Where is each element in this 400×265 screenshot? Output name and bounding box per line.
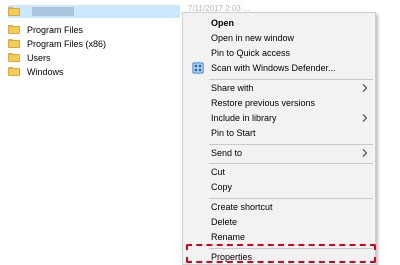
menu-separator [209, 198, 373, 199]
menu-separator [209, 144, 373, 145]
file-row-windows[interactable]: Windows [8, 65, 180, 78]
menu-separator [209, 79, 373, 80]
menu-item-rename[interactable]: Rename [183, 230, 375, 244]
menu-item-create-shortcut[interactable]: Create shortcut [183, 200, 375, 214]
file-row-users[interactable]: Users [8, 51, 180, 64]
menu-item-cut[interactable]: Cut [183, 165, 375, 179]
menu-item-label: Pin to Start [211, 128, 256, 138]
file-name: Users [27, 52, 51, 63]
menu-item-scan-with-windows-defender[interactable]: Scan with Windows Defender... [183, 61, 375, 75]
menu-item-open[interactable]: Open [183, 16, 375, 30]
menu-item-label: Restore previous versions [211, 98, 316, 108]
menu-item-include-in-library[interactable]: Include in library [183, 111, 375, 125]
menu-item-label: Rename [211, 232, 246, 242]
properties-highlight-box [186, 244, 376, 263]
file-row-program-files[interactable]: Program Files [8, 23, 180, 36]
folder-icon [8, 53, 20, 62]
menu-item-share-with[interactable]: Share with [183, 81, 375, 95]
menu-item-label: Cut [211, 167, 226, 177]
file-row-program-files-x86[interactable]: Program Files (x86) [8, 37, 180, 50]
menu-item-open-in-new-window[interactable]: Open in new window [183, 31, 375, 45]
menu-separator [209, 163, 373, 164]
chevron-right-icon [362, 114, 368, 122]
menu-item-label: Copy [211, 182, 233, 192]
menu-item-label: Send to [211, 148, 243, 158]
menu-item-label: Open in new window [211, 33, 295, 43]
menu-item-label: Share with [211, 83, 254, 93]
menu-item-label: Pin to Quick access [211, 48, 291, 58]
selected-name-band [32, 7, 74, 16]
folder-icon [8, 67, 20, 76]
chevron-right-icon [362, 149, 368, 157]
menu-item-pin-to-start[interactable]: Pin to Start [183, 126, 375, 140]
windows-defender-icon [192, 62, 204, 74]
file-row-selected[interactable] [8, 5, 180, 18]
menu-item-pin-to-quick-access[interactable]: Pin to Quick access [183, 46, 375, 60]
file-name: Windows [27, 66, 64, 77]
menu-item-send-to[interactable]: Send to [183, 146, 375, 160]
folder-icon [8, 7, 20, 16]
file-name: Program Files (x86) [27, 38, 107, 49]
menu-item-restore-previous-versions[interactable]: Restore previous versions [183, 96, 375, 110]
menu-item-label: Open [211, 18, 235, 28]
menu-item-label: Create shortcut [211, 202, 273, 212]
folder-icon [8, 25, 20, 34]
chevron-right-icon [362, 84, 368, 92]
menu-item-copy[interactable]: Copy [183, 180, 375, 194]
file-name: Program Files [27, 24, 84, 35]
menu-item-delete[interactable]: Delete [183, 215, 375, 229]
menu-item-label: Scan with Windows Defender... [211, 63, 336, 73]
context-menu: Open Open in new window Pin to Quick acc… [182, 12, 376, 265]
menu-item-label: Delete [211, 217, 238, 227]
menu-item-label: Include in library [211, 113, 277, 123]
folder-icon [8, 39, 20, 48]
